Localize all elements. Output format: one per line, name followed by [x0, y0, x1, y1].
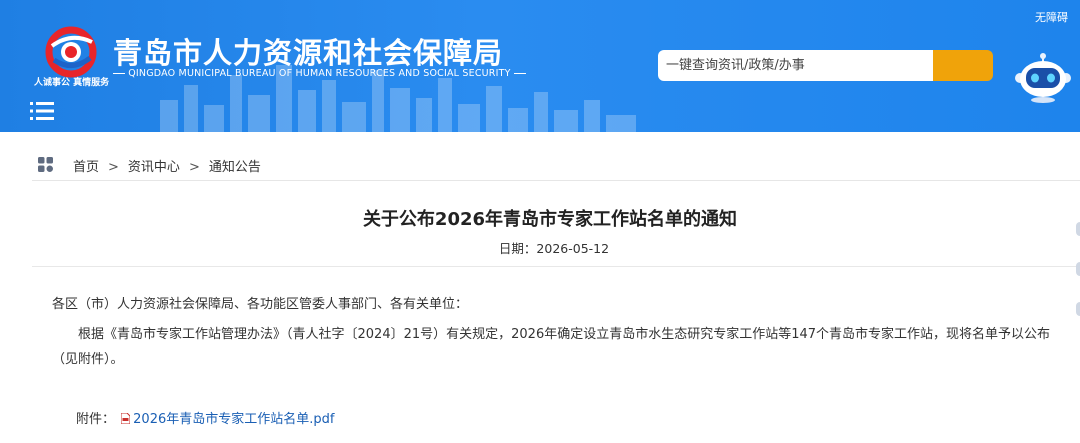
breadcrumb-separator: >	[188, 160, 200, 175]
breadcrumb-news-center[interactable]: 资讯中心	[128, 160, 180, 175]
side-float-button[interactable]	[1076, 302, 1080, 316]
grid-home-icon	[38, 157, 53, 172]
breadcrumb-divider	[32, 180, 1080, 181]
article-title: 关于公布2026年青岛市专家工作站名单的通知	[362, 209, 738, 230]
accessibility-link[interactable]: 无障碍	[1035, 9, 1068, 25]
menu-icon[interactable]	[30, 100, 54, 122]
article-date: 日期：2026-05-12	[498, 241, 610, 256]
search-button[interactable]	[933, 50, 993, 81]
robot-assistant-icon[interactable]	[1012, 52, 1074, 104]
site-title: 青岛市人力资源和社会保障局	[113, 36, 504, 70]
article-body: 各区（市）人力资源社会保障局、各功能区管委人事部门、各有关单位： 根据《青岛市专…	[52, 292, 1062, 372]
subtitle-rule-left	[113, 73, 125, 74]
attachment-link[interactable]: 2026年青岛市专家工作站名单.pdf	[133, 412, 334, 427]
side-float-button[interactable]	[1076, 222, 1080, 236]
site-header: 人诚事公 真情服务 青岛市人力资源和社会保障局 QINGDAO MUNICIPA…	[0, 0, 1080, 132]
site-subtitle-text: QINGDAO MUNICIPAL BUREAU OF HUMAN RESOUR…	[128, 68, 511, 79]
breadcrumb-notices[interactable]: 通知公告	[209, 160, 261, 175]
title-divider	[32, 266, 1080, 267]
search-input[interactable]	[658, 50, 933, 81]
pdf-icon	[121, 413, 131, 424]
site-subtitle: QINGDAO MUNICIPAL BUREAU OF HUMAN RESOUR…	[113, 68, 526, 79]
logo-caption: 人诚事公 真情服务	[34, 78, 110, 88]
breadcrumb-separator: >	[108, 160, 119, 175]
breadcrumb-home[interactable]: 首页	[73, 160, 99, 175]
logo-icon[interactable]	[44, 26, 100, 78]
search-box	[658, 50, 993, 81]
article-paragraph: 根据《青岛市专家工作站管理办法》（青人社字〔2024〕21号）有关规定，2026…	[52, 327, 1051, 367]
subtitle-rule-right	[513, 73, 526, 74]
side-float-button[interactable]	[1076, 262, 1080, 276]
breadcrumb-links: 首页 > 资讯中心 > 通知公告	[73, 156, 261, 175]
breadcrumb: 首页 > 资讯中心 > 通知公告	[0, 147, 1080, 181]
article-salutation: 各区（市）人力资源社会保障局、各功能区管委人事部门、各有关单位：	[52, 297, 469, 312]
attachment-label: 附件：	[76, 412, 116, 427]
attachment-line: 附件： 2026年青岛市专家工作站名单.pdf	[76, 408, 334, 427]
